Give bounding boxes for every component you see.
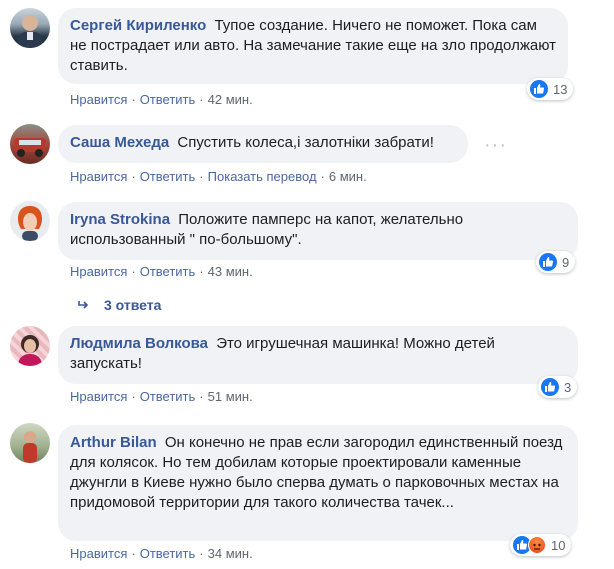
reactions-count: 3 <box>564 379 572 395</box>
avatar-photo-icon <box>18 206 42 241</box>
comment-actions: Нравится · Ответить · Показать перевод · 6 мин… <box>70 169 367 184</box>
separator-dot: · <box>320 169 325 184</box>
comment-time[interactable]: 43 мин. <box>208 264 253 279</box>
separator-dot: · <box>131 92 136 107</box>
comment-author[interactable]: Саша Мехеда <box>70 134 169 151</box>
comment-author[interactable]: Людмила Волкова <box>70 335 208 352</box>
reactions-count: 9 <box>562 254 570 270</box>
avatar[interactable] <box>10 8 50 48</box>
comment-actions: Нравится · Ответить · 43 мин. <box>70 264 253 279</box>
comment-bubble: Людмила Волкова Это игрушечная машинка! … <box>58 326 578 384</box>
avatar-photo-icon <box>23 431 37 463</box>
replies-count-label: 3 ответа <box>104 297 162 313</box>
like-button[interactable]: Нравится <box>70 169 127 184</box>
comment-actions: Нравится · Ответить · 34 мин. <box>70 546 253 561</box>
reactions-count: 13 <box>553 81 568 97</box>
reply-button[interactable]: Ответить <box>140 264 196 279</box>
separator-dot: · <box>199 169 204 184</box>
comment-bubble: Arthur Bilan Он конечно не прав если заг… <box>58 425 578 541</box>
separator-dot: · <box>131 169 136 184</box>
horizontal-dots-icon[interactable]: ··· <box>484 134 507 157</box>
separator-dot: · <box>131 264 136 279</box>
comment-bubble: Сергей Кириленко Тупое создание. Ничего … <box>58 8 568 84</box>
reply-button[interactable]: Ответить <box>140 546 196 561</box>
separator-dot: · <box>131 546 136 561</box>
reactions-summary[interactable]: 13 <box>527 78 574 100</box>
like-button[interactable]: Нравится <box>70 546 127 561</box>
avatar-photo-icon <box>18 335 42 366</box>
comment-actions: Нравится · Ответить · 42 мин. <box>70 92 253 107</box>
angry-face-icon <box>528 536 546 554</box>
reply-button[interactable]: Ответить <box>140 389 196 404</box>
reactions-summary[interactable]: 10 <box>510 534 572 556</box>
avatar-photo-icon <box>18 15 42 48</box>
avatar[interactable] <box>10 201 50 241</box>
thumbs-up-icon <box>541 378 559 396</box>
comment-time[interactable]: 51 мин. <box>208 389 253 404</box>
comment-time[interactable]: 42 мин. <box>208 92 253 107</box>
comment-text: Спустить колеса,і залотніки забрати! <box>177 134 434 151</box>
comment-author[interactable]: Iryna Strokina <box>70 211 170 228</box>
reply-button[interactable]: Ответить <box>140 169 196 184</box>
show-translation-button[interactable]: Показать перевод <box>208 169 317 184</box>
avatar[interactable] <box>10 423 50 463</box>
thumbs-up-icon <box>530 80 548 98</box>
like-button[interactable]: Нравится <box>70 389 127 404</box>
reactions-summary[interactable]: 3 <box>538 376 578 398</box>
separator-dot: · <box>131 389 136 404</box>
comment-author[interactable]: Сергей Кириленко <box>70 17 206 34</box>
like-button[interactable]: Нравится <box>70 264 127 279</box>
comment-actions: Нравится · Ответить · 51 мин. <box>70 389 253 404</box>
comment-time[interactable]: 6 мин. <box>329 169 367 184</box>
thumbs-up-icon <box>539 253 557 271</box>
comment-author[interactable]: Arthur Bilan <box>70 434 157 451</box>
reply-button[interactable]: Ответить <box>140 92 196 107</box>
separator-dot: · <box>199 546 204 561</box>
avatar[interactable] <box>10 326 50 366</box>
separator-dot: · <box>199 389 204 404</box>
reactions-summary[interactable]: 9 <box>536 251 576 273</box>
comment-bubble: Iryna Strokina Положите памперс на капот… <box>58 202 578 260</box>
avatar[interactable] <box>10 124 50 164</box>
view-replies-button[interactable]: 3 ответа <box>78 297 161 313</box>
avatar-photo-icon <box>14 138 46 157</box>
like-button[interactable]: Нравится <box>70 92 127 107</box>
reactions-count: 10 <box>551 537 566 553</box>
separator-dot: · <box>199 264 204 279</box>
separator-dot: · <box>199 92 204 107</box>
reply-arrow-icon <box>78 297 90 313</box>
comment-time[interactable]: 34 мин. <box>208 546 253 561</box>
comment-bubble: Саша Мехеда Спустить колеса,і залотніки … <box>58 125 468 163</box>
